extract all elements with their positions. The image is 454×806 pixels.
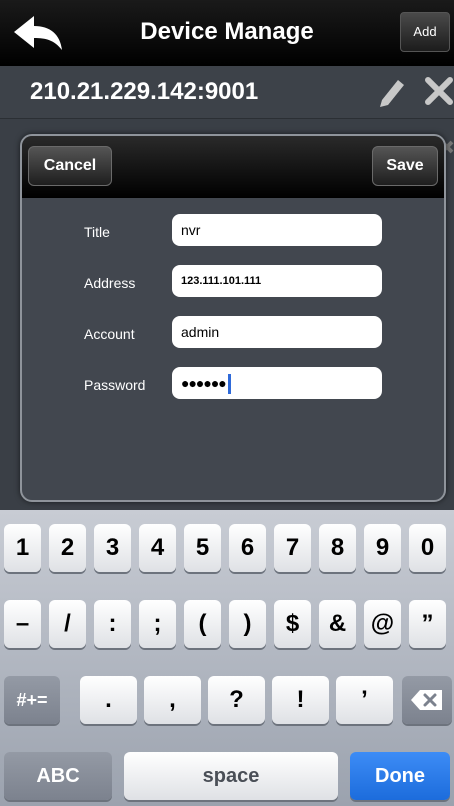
key-close-paren[interactable]: ) xyxy=(229,600,266,648)
password-input[interactable]: ●●●●●● xyxy=(172,367,382,399)
add-button[interactable]: Add xyxy=(400,12,450,52)
space-key[interactable]: space xyxy=(124,752,338,800)
account-label: Account xyxy=(84,326,135,342)
backspace-icon xyxy=(411,690,442,710)
address-input-value: 123.111.101.111 xyxy=(181,275,262,287)
key-1[interactable]: 1 xyxy=(4,524,41,572)
backspace-key[interactable] xyxy=(402,676,452,724)
pencil-icon[interactable] xyxy=(376,74,406,108)
key-dash[interactable]: – xyxy=(4,600,41,648)
key-dollar[interactable]: $ xyxy=(274,600,311,648)
address-input[interactable]: 123.111.101.111 xyxy=(172,265,382,297)
key-symbols[interactable]: #+= xyxy=(4,676,60,724)
key-0[interactable]: 0 xyxy=(409,524,446,572)
address-label: Address xyxy=(84,275,136,291)
key-open-paren[interactable]: ( xyxy=(184,600,221,648)
title-input-value: nvr xyxy=(181,222,201,238)
key-colon[interactable]: : xyxy=(94,600,131,648)
title-label: Title xyxy=(84,224,110,240)
dialog-toolbar: Cancel Save xyxy=(22,136,444,198)
key-abc[interactable]: ABC xyxy=(4,752,112,800)
account-input-value: admin xyxy=(181,324,220,340)
key-slash[interactable]: / xyxy=(49,600,86,648)
key-3[interactable]: 3 xyxy=(94,524,131,572)
title-input[interactable]: nvr xyxy=(172,214,382,246)
key-8[interactable]: 8 xyxy=(319,524,356,572)
save-button[interactable]: Save xyxy=(372,146,438,186)
key-question[interactable]: ? xyxy=(208,676,265,724)
navigation-bar: Device Manage Add xyxy=(0,0,454,67)
password-input-value: ●●●●●● xyxy=(181,375,227,391)
password-label: Password xyxy=(84,377,146,393)
key-5[interactable]: 5 xyxy=(184,524,221,572)
key-exclamation[interactable]: ! xyxy=(272,676,329,724)
key-2[interactable]: 2 xyxy=(49,524,86,572)
key-apostrophe[interactable]: ’ xyxy=(336,676,393,724)
key-at[interactable]: @ xyxy=(364,600,401,648)
key-ampersand[interactable]: & xyxy=(319,600,356,648)
cancel-button[interactable]: Cancel xyxy=(28,146,112,186)
key-6[interactable]: 6 xyxy=(229,524,266,572)
key-comma[interactable]: , xyxy=(144,676,201,724)
close-icon[interactable] xyxy=(424,76,454,106)
key-4[interactable]: 4 xyxy=(139,524,176,572)
done-key[interactable]: Done xyxy=(350,752,450,800)
key-7[interactable]: 7 xyxy=(274,524,311,572)
page-title: Device Manage xyxy=(140,18,314,45)
device-address: 210.21.229.142:9001 xyxy=(30,78,259,105)
text-caret xyxy=(227,374,231,395)
key-9[interactable]: 9 xyxy=(364,524,401,572)
account-input[interactable]: admin xyxy=(172,316,382,348)
key-quote[interactable]: ” xyxy=(409,600,446,648)
device-edit-dialog: Cancel Save Title nvr Address 123.111.10… xyxy=(20,134,446,502)
key-period[interactable]: . xyxy=(80,676,137,724)
key-semicolon[interactable]: ; xyxy=(139,600,176,648)
numeric-keyboard: 1 2 3 4 5 6 7 8 9 0 – / : ; ( ) $ & @ ” … xyxy=(0,510,454,806)
